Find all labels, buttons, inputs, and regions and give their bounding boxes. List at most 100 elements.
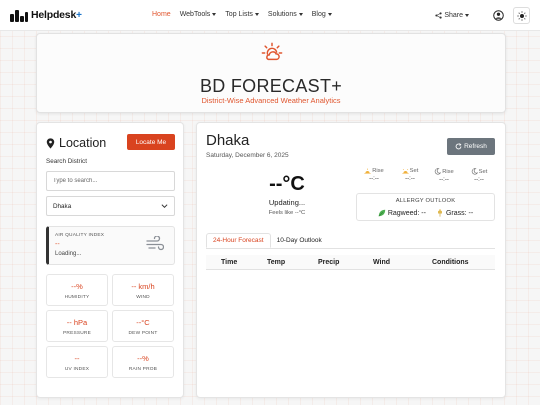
- user-circle-icon: [492, 10, 504, 21]
- forecast-tabs: 24-Hour Forecast 10-Day Outlook: [206, 233, 328, 248]
- sunrise-icon: [364, 168, 371, 174]
- pressure-value: -- hPa: [66, 318, 88, 327]
- tab-10-day-outlook[interactable]: 10-Day Outlook: [271, 233, 328, 248]
- humidity-value: --%: [71, 282, 83, 291]
- nav-link-webtools[interactable]: WebTools: [180, 11, 217, 18]
- rain-prob-label: RAIN PROB: [128, 367, 158, 372]
- share-icon: [435, 12, 442, 19]
- sunrise-label: Rise: [372, 168, 384, 174]
- wind-label: WIND: [136, 295, 150, 300]
- ragweed-item: Ragweed: --: [378, 209, 426, 217]
- uv-index-value: --: [74, 354, 80, 363]
- chevron-down-icon: [465, 14, 469, 17]
- metric-rain-prob: --% RAIN PROB: [112, 346, 174, 378]
- grass-item: Grass: --: [436, 209, 473, 217]
- sunrise-block: Rise --:--: [356, 168, 392, 182]
- share-label: Share: [444, 12, 463, 19]
- page-title: BD FORECAST+: [199, 76, 343, 96]
- search-district-label: Search District: [46, 158, 87, 165]
- air-quality-card: AIR QUALITY INDEX -- Loading...: [46, 226, 175, 265]
- chevron-down-icon: [212, 12, 217, 16]
- nav-link-solutions[interactable]: Solutions: [268, 11, 303, 18]
- district-search-input[interactable]: [46, 171, 175, 191]
- allergy-title: ALLERGY OUTLOOK: [395, 198, 456, 204]
- rain-prob-value: --%: [137, 354, 149, 363]
- allergy-values: Ragweed: -- Grass: --: [357, 209, 494, 217]
- current-temperature: --°C: [269, 173, 305, 195]
- top-navbar: Helpdesk + Home WebTools Top Lists Solut…: [0, 0, 540, 31]
- sunset-block: Set --:--: [392, 168, 428, 182]
- chevron-down-icon: [161, 204, 168, 209]
- page-subtitle: District-Wise Advanced Weather Analytics: [201, 96, 341, 105]
- moonrise-value: --:--: [439, 177, 449, 183]
- weather-status: Updating...: [268, 198, 306, 207]
- share-dropdown[interactable]: Share: [435, 12, 469, 19]
- column-precip: Precip: [318, 259, 340, 266]
- aqi-label: AIR QUALITY INDEX: [55, 233, 105, 238]
- forecast-table-header: Time Temp Precip Wind Conditions: [206, 255, 495, 270]
- bar-chart-logo-icon: [10, 8, 28, 22]
- wind-value: -- km/h: [131, 282, 155, 291]
- grass-value: Grass: --: [445, 209, 474, 217]
- theme-toggle-button[interactable]: [513, 7, 530, 24]
- sun-icon: [516, 10, 527, 21]
- wind-icon: [146, 236, 164, 251]
- allergy-outlook-card: ALLERGY OUTLOOK Ragweed: -- Grass: --: [356, 193, 495, 221]
- tabs-divider: [206, 248, 495, 249]
- column-temp: Temp: [267, 259, 286, 266]
- column-wind: Wind: [373, 259, 391, 266]
- column-time: Time: [221, 259, 238, 266]
- locate-me-button[interactable]: Locate Me: [127, 134, 175, 150]
- selected-district: Dhaka: [53, 202, 72, 210]
- metric-wind: -- km/h WIND: [112, 274, 174, 306]
- aqi-status: Loading...: [55, 251, 82, 257]
- metric-pressure: -- hPa PRESSURE: [46, 310, 108, 342]
- chevron-down-icon: [254, 12, 259, 16]
- moonset-label: Set: [478, 168, 488, 175]
- moonset-block: Set --:--: [461, 168, 497, 183]
- brand-name: Helpdesk: [31, 9, 77, 21]
- nav-link-blog[interactable]: Blog: [312, 11, 332, 18]
- nav-link-top-lists[interactable]: Top Lists: [225, 11, 259, 18]
- location-heading: Location: [46, 136, 106, 150]
- aqi-value: --: [55, 241, 60, 248]
- wheat-icon: [437, 209, 442, 217]
- map-pin-icon: [46, 137, 55, 149]
- uv-index-label: UV INDEX: [64, 367, 90, 372]
- brand-plus: +: [76, 9, 82, 21]
- pressure-label: PRESSURE: [63, 331, 91, 336]
- metric-dew-point: --°C DEW POINT: [112, 310, 174, 342]
- moonrise-block: Rise --:--: [426, 168, 462, 183]
- moonset-icon: [471, 168, 478, 175]
- nav-links: Home WebTools Top Lists Solutions Blog: [152, 11, 341, 18]
- sunrise-value: --:--: [369, 176, 379, 182]
- metric-humidity: --% HUMIDITY: [46, 274, 108, 306]
- metric-uv-index: -- UV INDEX: [46, 346, 108, 378]
- refresh-button[interactable]: Refresh: [447, 138, 495, 155]
- feels-like: Feels like --°C: [268, 210, 306, 216]
- moonrise-icon: [435, 168, 442, 175]
- current-date: Saturday, December 6, 2025: [206, 152, 289, 159]
- weather-panel: Dhaka Saturday, December 6, 2025 Refresh…: [196, 122, 506, 398]
- chevron-down-icon: [327, 12, 332, 16]
- brand-logo-link[interactable]: Helpdesk +: [10, 8, 82, 22]
- city-name: Dhaka: [206, 132, 250, 149]
- moonset-value: --:--: [474, 177, 484, 183]
- refresh-icon: [455, 143, 462, 150]
- tab-24-hour-forecast[interactable]: 24-Hour Forecast: [206, 233, 271, 248]
- sunset-value: --:--: [405, 176, 415, 182]
- district-select[interactable]: Dhaka: [46, 196, 175, 216]
- leaf-icon: [378, 209, 386, 217]
- sunset-label: Set: [409, 168, 419, 174]
- hero-banner: BD FORECAST+ District-Wise Advanced Weat…: [36, 33, 506, 113]
- nav-actions: Share: [435, 7, 530, 24]
- sun-cloud-icon: [261, 42, 283, 61]
- moonrise-label: Rise: [442, 168, 454, 175]
- user-account-button[interactable]: [491, 9, 505, 23]
- refresh-label: Refresh: [464, 143, 487, 150]
- sunset-icon: [401, 169, 409, 174]
- dew-point-label: DEW POINT: [128, 331, 158, 336]
- nav-link-home[interactable]: Home: [152, 11, 171, 18]
- ragweed-value: Ragweed: --: [387, 209, 426, 217]
- location-title: Location: [59, 136, 107, 150]
